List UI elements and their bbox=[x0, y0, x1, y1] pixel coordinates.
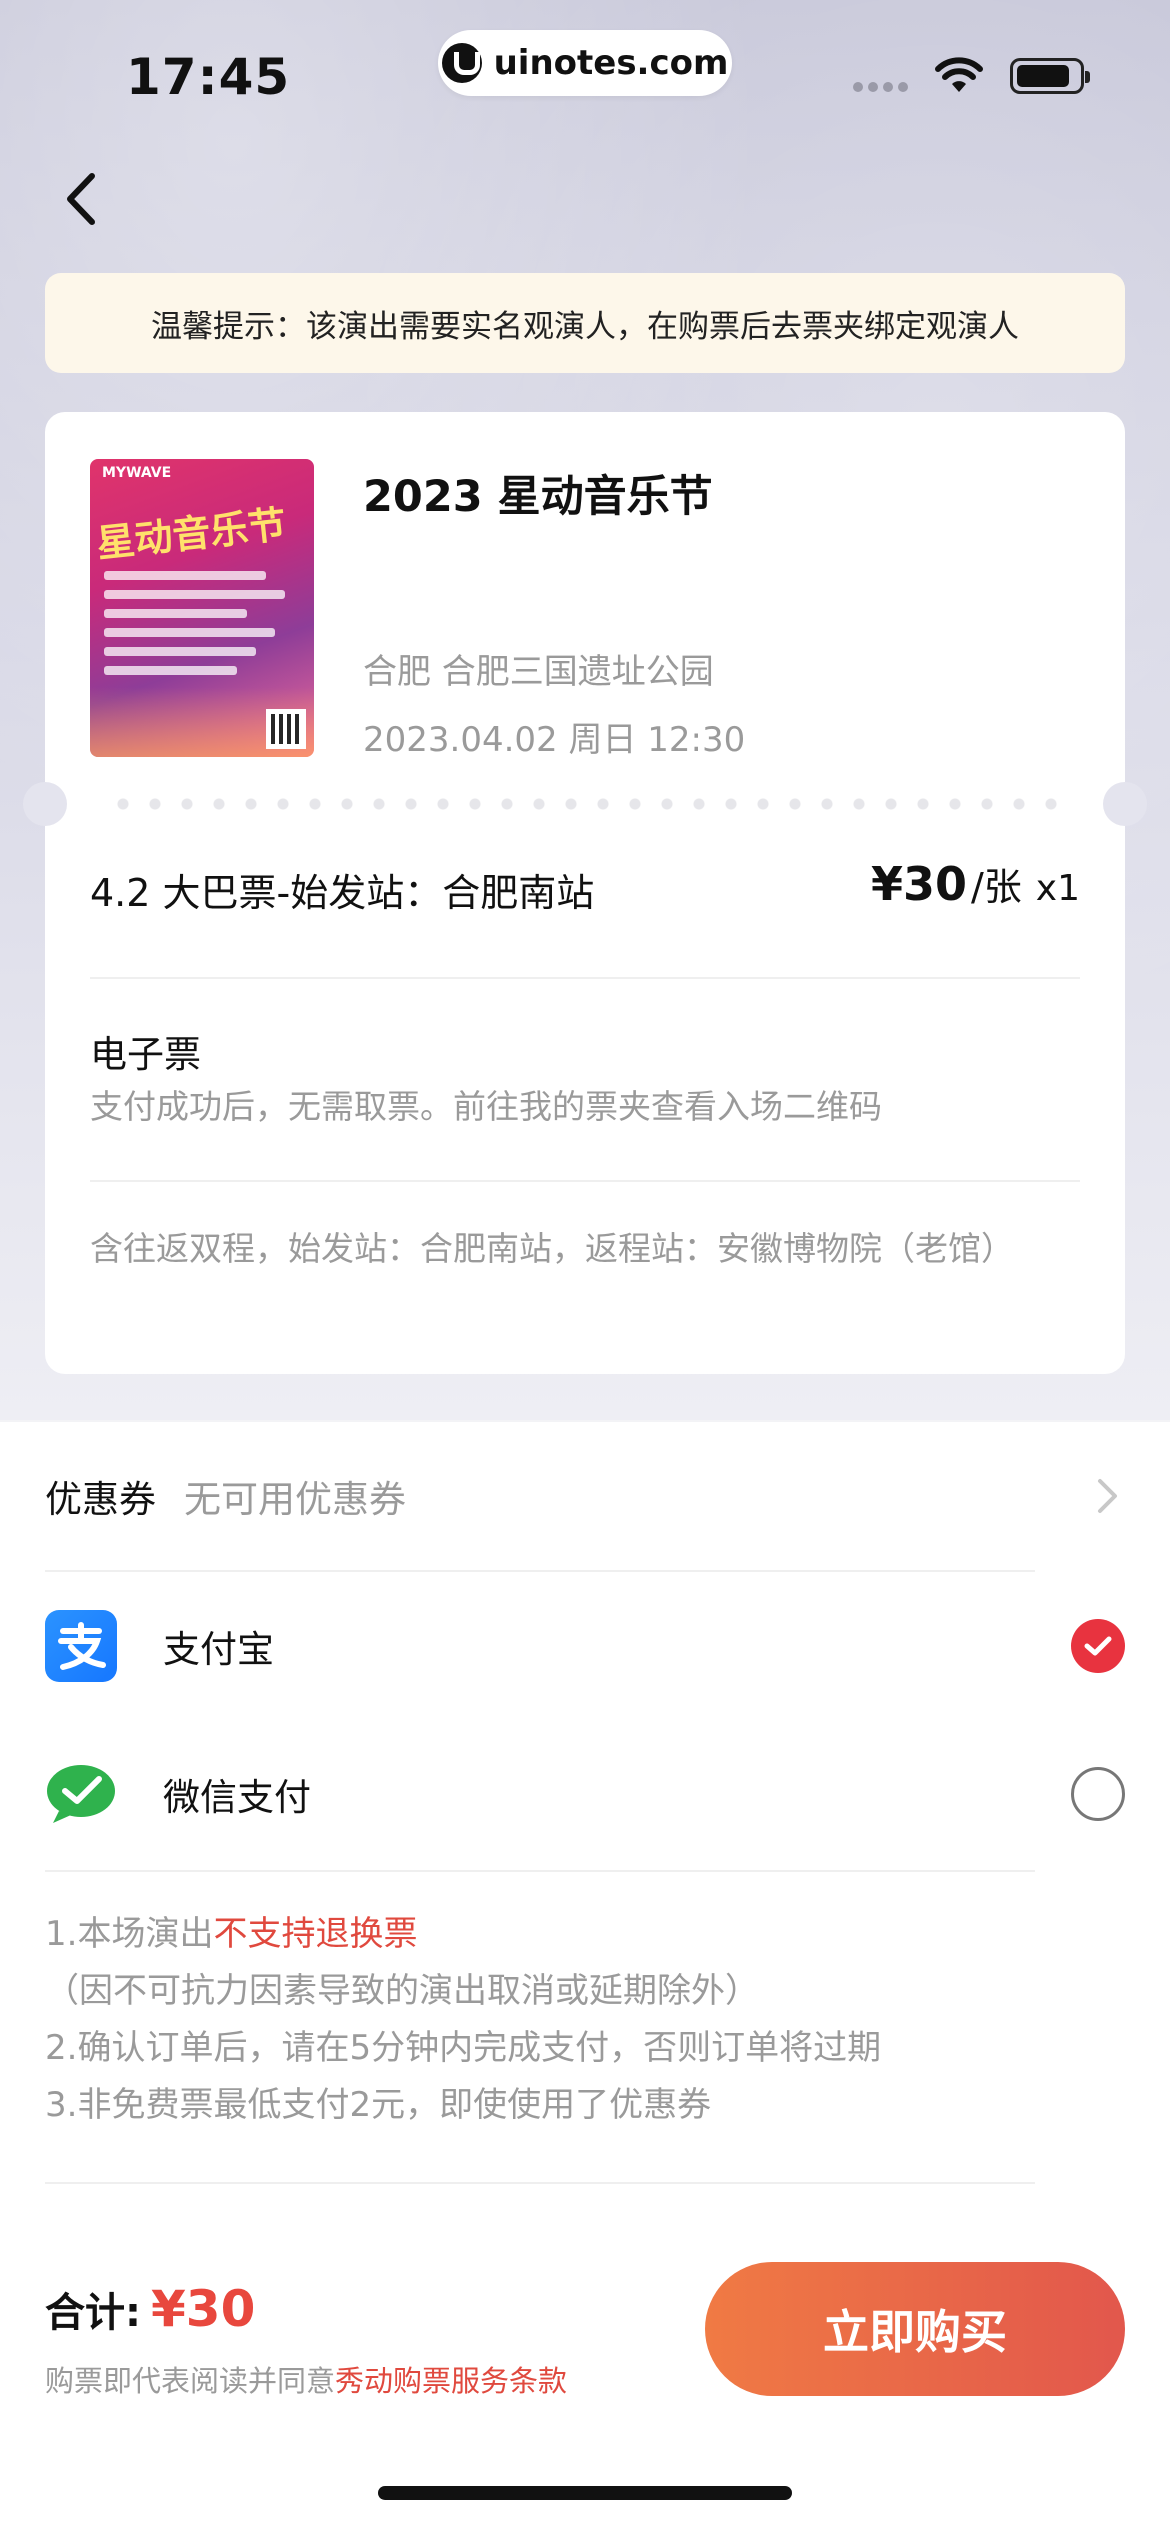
price-amount: ¥30 bbox=[870, 857, 967, 911]
terms-link[interactable]: 秀动购票服务条款 bbox=[335, 2364, 567, 2398]
purchase-notes: 1.本场演出不支持退换票（因不可抗力因素导致的演出取消或延期除外） 2.确认订单… bbox=[45, 1906, 1125, 2134]
event-poster[interactable]: MYWAVE 星动音乐节 bbox=[90, 459, 314, 757]
route-note: 含往返双程，始发站：合肥南站，返程站：安徽博物院（老馆） bbox=[90, 1229, 1014, 1268]
no-refund-highlight: 不支持退换票 bbox=[213, 1914, 418, 1954]
ticket-name: 4.2 大巴票-始发站：合肥南站 bbox=[90, 871, 595, 915]
check-icon bbox=[1084, 1636, 1112, 1656]
ticket-quantity: x1 bbox=[1035, 868, 1080, 909]
divider bbox=[45, 2182, 1035, 2184]
ticket-card: MYWAVE 星动音乐节 2023 星动音乐节 合肥 合肥三国遗址公园 2023… bbox=[23, 412, 1147, 1374]
event-venue: 合肥 合肥三国遗址公园 bbox=[363, 652, 714, 692]
payment-label: 微信支付 bbox=[163, 1776, 311, 1819]
payment-option-wechat[interactable]: 微信支付 bbox=[45, 1720, 1125, 1868]
payment-section: 优惠券 无可用优惠券 支付宝 微信支付 1.本场演出不支持退换票（因不可抗力因素… bbox=[0, 1422, 1170, 2232]
ticket-type-title: 电子票 bbox=[90, 1033, 201, 1076]
coupon-value: 无可用优惠券 bbox=[184, 1478, 406, 1521]
order-total: 合计: ¥30 bbox=[45, 2280, 255, 2338]
payment-label: 支付宝 bbox=[163, 1628, 274, 1671]
ticket-perforation bbox=[23, 782, 1147, 826]
notice-text: 温馨提示：该演出需要实名观演人，在购票后去票夹绑定观演人 bbox=[151, 308, 1019, 345]
total-amount: ¥30 bbox=[151, 2280, 256, 2338]
status-time: 17:45 bbox=[126, 48, 291, 106]
price-unit: /张 bbox=[970, 865, 1022, 909]
url-text: uinotes.com bbox=[493, 43, 729, 83]
alipay-icon bbox=[45, 1610, 117, 1682]
payment-option-alipay[interactable]: 支付宝 bbox=[45, 1572, 1125, 1720]
total-label: 合计: bbox=[45, 2290, 141, 2336]
wechat-pay-icon bbox=[45, 1758, 117, 1830]
poster-brand: MYWAVE bbox=[102, 465, 172, 481]
buy-now-button[interactable]: 立即购买 bbox=[705, 2262, 1125, 2396]
url-pill: uinotes.com bbox=[438, 30, 732, 96]
ticket-price: ¥30 /张 x1 bbox=[871, 856, 1080, 911]
status-bar: 17:45 uinotes.com bbox=[0, 0, 1170, 140]
radio-checked[interactable] bbox=[1071, 1619, 1125, 1673]
realname-notice: 温馨提示：该演出需要实名观演人，在购票后去票夹绑定观演人 bbox=[45, 273, 1125, 373]
divider bbox=[90, 1180, 1080, 1182]
divider bbox=[45, 1870, 1035, 1872]
coupon-label: 优惠券 bbox=[45, 1478, 156, 1521]
poster-title: 星动音乐节 bbox=[94, 501, 289, 566]
chevron-right-icon bbox=[1098, 1479, 1117, 1513]
poster-qr-code bbox=[266, 709, 306, 749]
event-title: 2023 星动音乐节 bbox=[363, 472, 713, 522]
divider bbox=[90, 977, 1080, 979]
battery-icon bbox=[1010, 58, 1090, 94]
wifi-icon bbox=[934, 56, 984, 100]
radio-unchecked[interactable] bbox=[1071, 1767, 1125, 1821]
back-button[interactable] bbox=[52, 166, 112, 232]
note-line-2: 2.确认订单后，请在5分钟内完成支付，否则订单将过期 bbox=[45, 2028, 882, 2068]
event-datetime: 2023.04.02 周日 12:30 bbox=[363, 720, 746, 760]
cellular-signal-icon bbox=[853, 82, 908, 92]
home-indicator bbox=[378, 2486, 792, 2500]
poster-lineup bbox=[104, 571, 294, 685]
chevron-left-icon bbox=[67, 173, 95, 225]
coupon-row[interactable]: 优惠券 无可用优惠券 bbox=[45, 1422, 1125, 1570]
agreement-text: 购票即代表阅读并同意秀动购票服务条款 bbox=[45, 2364, 568, 2398]
note-line-3: 3.非免费票最低支付2元，即使使用了优惠券 bbox=[45, 2085, 712, 2125]
ticket-type-desc: 支付成功后，无需取票。前往我的票夹查看入场二维码 bbox=[90, 1087, 882, 1126]
note-line-1: 1.本场演出不支持退换票（因不可抗力因素导致的演出取消或延期除外） bbox=[45, 1914, 759, 2011]
uinotes-logo-icon bbox=[441, 43, 482, 83]
